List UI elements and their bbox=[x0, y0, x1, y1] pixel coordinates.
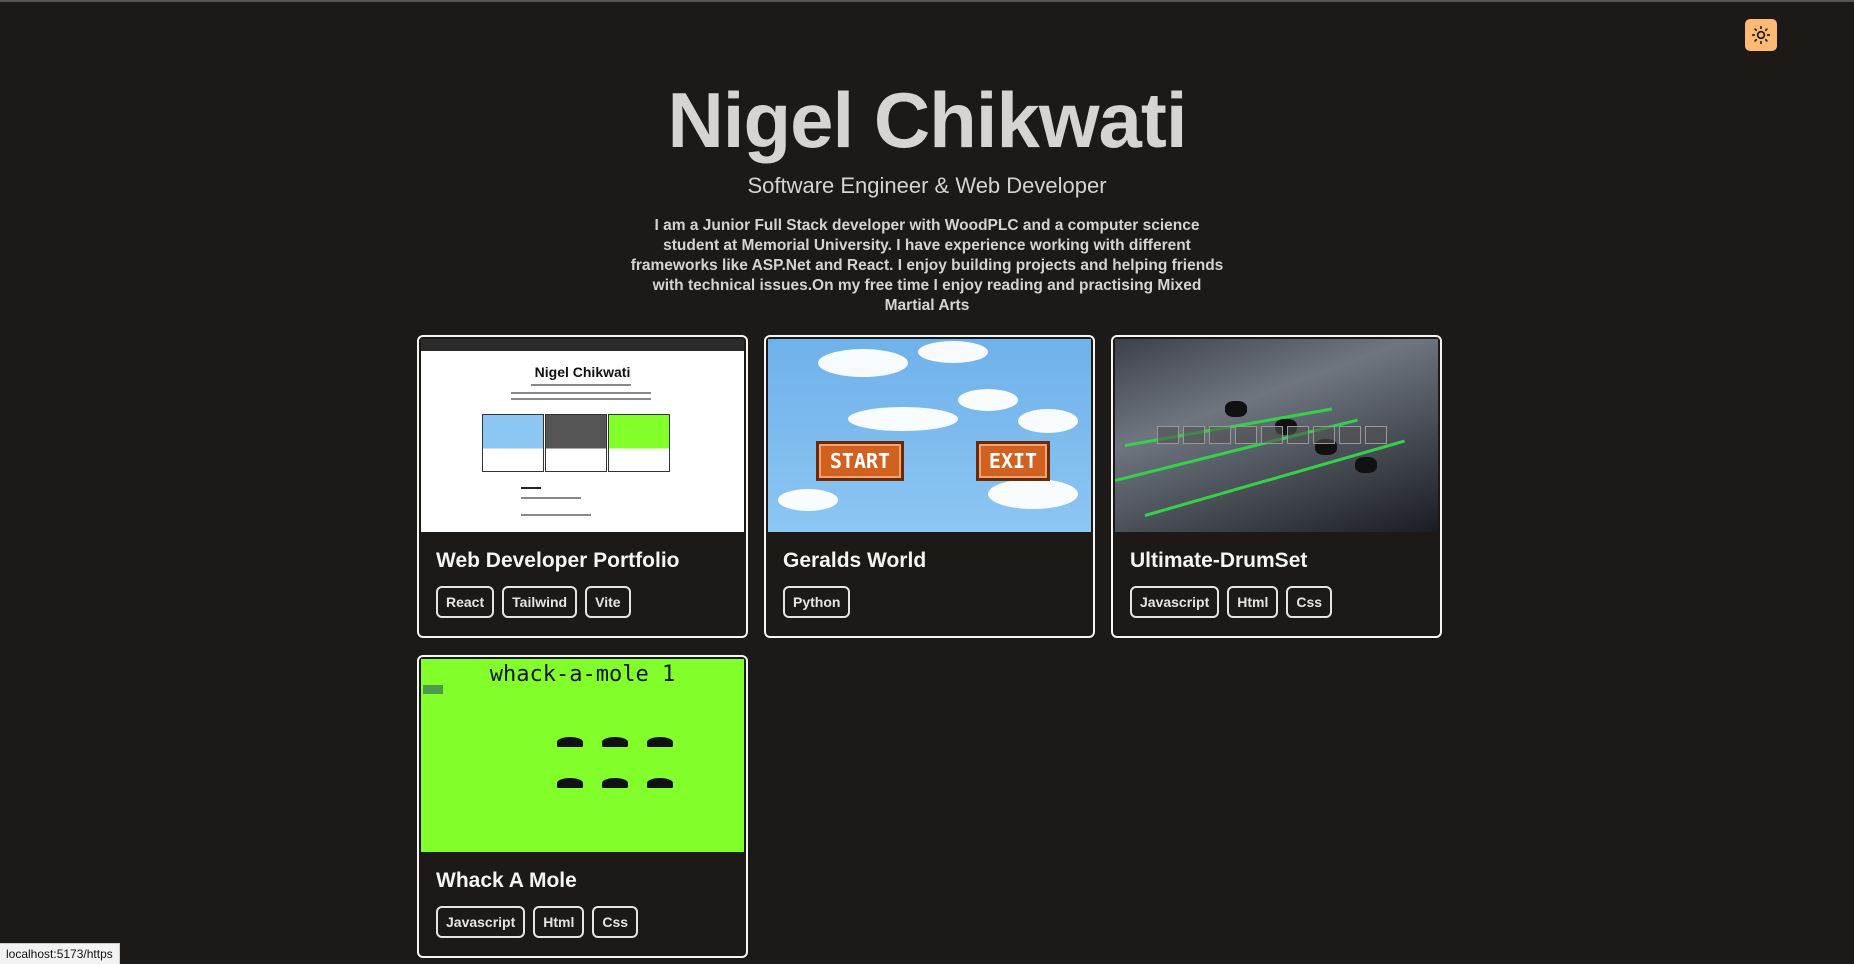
mini-page-title: Nigel Chikwati bbox=[534, 364, 631, 380]
tag-css[interactable]: Css bbox=[592, 906, 639, 938]
cloud bbox=[778, 489, 838, 511]
project-card-whack-a-mole[interactable]: whack-a-mole 1 Whack A Mole Javascript H… bbox=[417, 655, 748, 958]
mole-hole bbox=[602, 778, 628, 788]
fader-knob bbox=[1355, 457, 1377, 473]
cloud bbox=[818, 349, 908, 377]
mini-text-line bbox=[521, 514, 591, 516]
project-thumbnail bbox=[1115, 339, 1438, 532]
mini-text-line bbox=[511, 398, 651, 400]
cloud bbox=[958, 389, 1018, 411]
project-card-geralds-world[interactable]: START EXIT Geralds World Python bbox=[764, 335, 1095, 638]
tag-html[interactable]: Html bbox=[1227, 586, 1279, 618]
cloud bbox=[988, 479, 1078, 509]
tag-javascript[interactable]: Javascript bbox=[436, 906, 526, 938]
exit-button-image: EXIT bbox=[976, 441, 1050, 481]
mini-browser-bar bbox=[421, 339, 744, 351]
cloud bbox=[1018, 409, 1078, 433]
mole-hole bbox=[557, 778, 583, 788]
project-thumbnail: whack-a-mole 1 bbox=[421, 659, 744, 852]
game-title-text: whack-a-mole 1 bbox=[489, 662, 676, 687]
project-title: Ultimate-DrumSet bbox=[1130, 549, 1308, 572]
top-border bbox=[0, 0, 1854, 2]
fader-light bbox=[1144, 439, 1405, 517]
mole-hole bbox=[647, 737, 673, 747]
tag-tailwind[interactable]: Tailwind bbox=[502, 586, 578, 618]
mini-project-card bbox=[545, 414, 607, 472]
status-bar-url: localhost:5173/https bbox=[0, 943, 120, 964]
project-tags: Javascript Html Css bbox=[436, 906, 746, 938]
mini-project-card bbox=[482, 414, 544, 472]
hero-section: Nigel Chikwati Software Engineer & Web D… bbox=[0, 78, 1854, 316]
project-title: Whack A Mole bbox=[436, 869, 577, 892]
project-tags: Javascript Html Css bbox=[1130, 586, 1440, 618]
mini-text-line bbox=[521, 497, 581, 499]
tag-css[interactable]: Css bbox=[1286, 586, 1333, 618]
project-tags: Python bbox=[783, 586, 1093, 618]
sun-icon bbox=[1751, 25, 1771, 45]
cloud bbox=[918, 341, 988, 363]
start-button-image: START bbox=[816, 441, 904, 481]
drum-keys bbox=[1157, 426, 1387, 444]
project-card-ultimate-drumset[interactable]: Ultimate-DrumSet Javascript Html Css bbox=[1111, 335, 1442, 638]
project-card-web-developer-portfolio[interactable]: Nigel Chikwati Web Developer Portfolio R… bbox=[417, 335, 748, 638]
mini-text-line bbox=[531, 384, 631, 386]
mole-hole bbox=[602, 737, 628, 747]
mini-text-line bbox=[511, 392, 651, 394]
mini-text-line bbox=[521, 487, 541, 489]
tag-html[interactable]: Html bbox=[533, 906, 585, 938]
tag-javascript[interactable]: Javascript bbox=[1130, 586, 1220, 618]
page-subtitle: Software Engineer & Web Developer bbox=[747, 173, 1107, 198]
tag-vite[interactable]: Vite bbox=[585, 586, 631, 618]
project-tags: React Tailwind Vite bbox=[436, 586, 746, 618]
cloud bbox=[848, 407, 958, 431]
project-grid: Nigel Chikwati Web Developer Portfolio R… bbox=[417, 335, 1442, 958]
mole-hole bbox=[557, 737, 583, 747]
project-thumbnail: Nigel Chikwati bbox=[421, 339, 744, 532]
theme-toggle-button[interactable] bbox=[1745, 19, 1777, 51]
page-title: Nigel Chikwati bbox=[667, 76, 1187, 164]
project-title: Web Developer Portfolio bbox=[436, 549, 680, 572]
bio-text: I am a Junior Full Stack developer with … bbox=[630, 217, 1224, 314]
mole-hole bbox=[647, 778, 673, 788]
project-title: Geralds World bbox=[783, 549, 927, 572]
fader-knob bbox=[1225, 401, 1247, 417]
mini-project-card bbox=[608, 414, 670, 472]
tag-react[interactable]: React bbox=[436, 586, 495, 618]
game-badge bbox=[423, 685, 443, 694]
tag-python[interactable]: Python bbox=[783, 586, 851, 618]
project-thumbnail: START EXIT bbox=[768, 339, 1091, 532]
